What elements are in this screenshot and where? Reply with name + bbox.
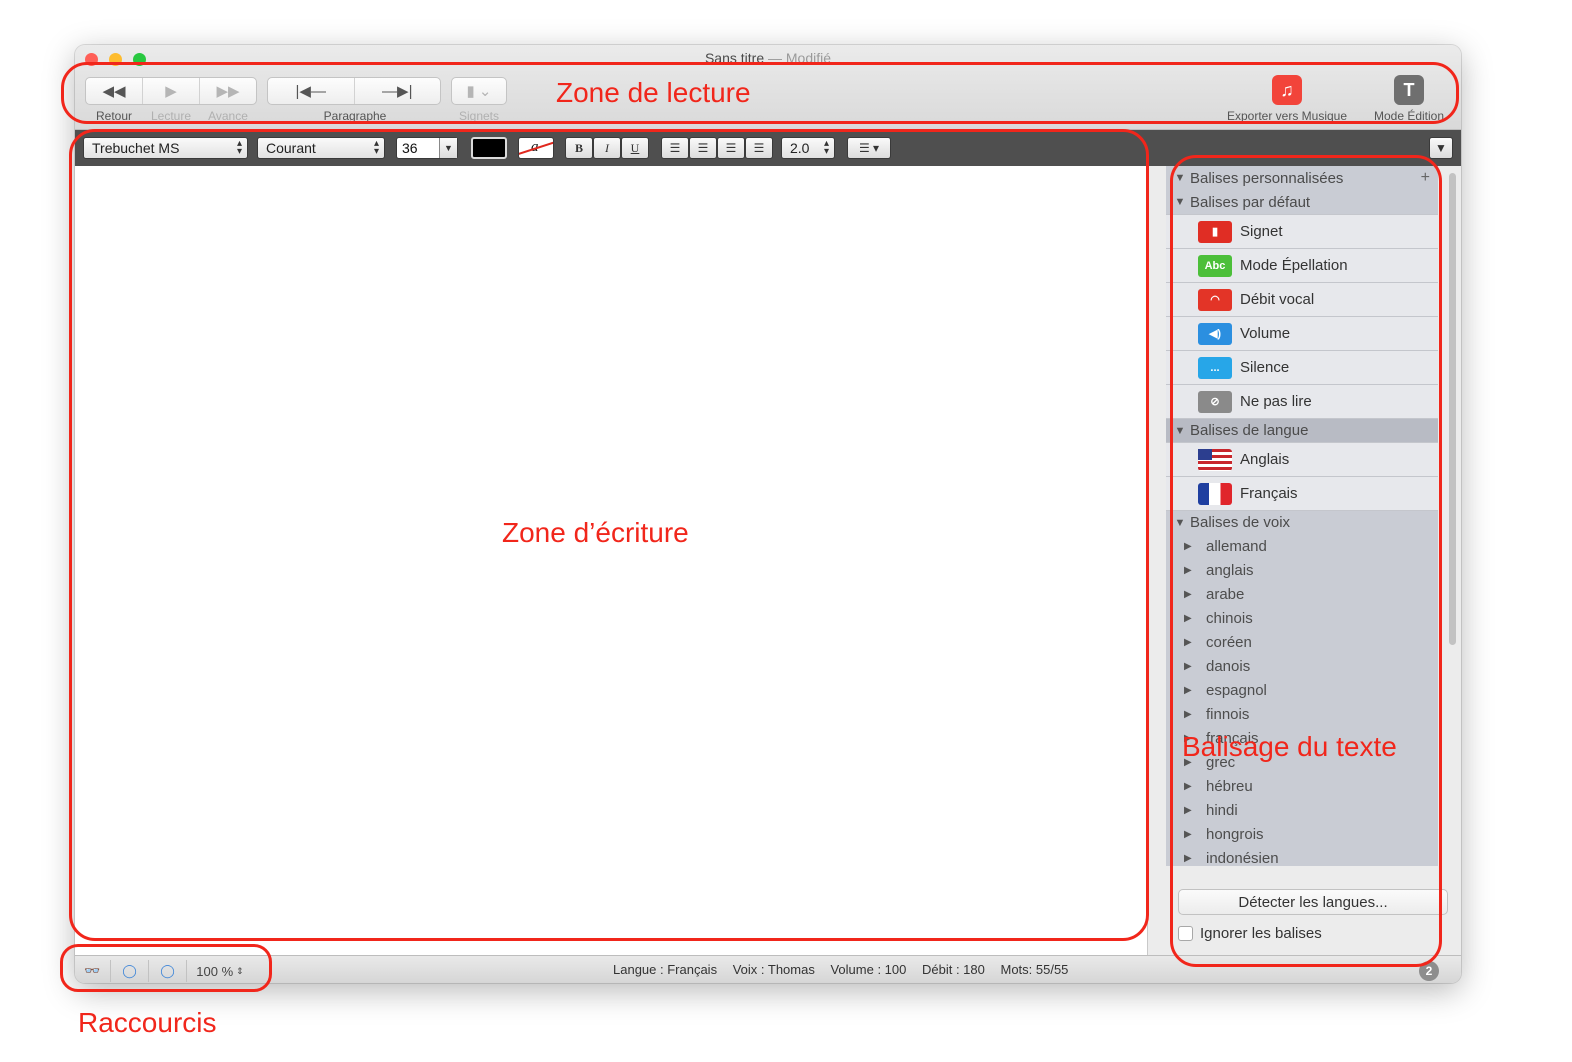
annotation-zone-raccourcis — [60, 944, 272, 992]
annotation-label-lecture: Zone de lecture — [556, 77, 751, 108]
reading-status: Langue : Français Voix : Thomas Volume :… — [613, 962, 1080, 977]
sidebar-toggle-button[interactable]: ▼ — [1429, 137, 1453, 159]
chevron-down-icon: ▼ — [1435, 141, 1447, 155]
annotation-zone-lecture — [61, 62, 1459, 124]
annotation-label-raccourcis: Raccourcis — [78, 1007, 217, 1038]
annotation-label-ecriture: Zone d’écriture — [502, 517, 689, 548]
status-mots: Mots: 55/55 — [1000, 962, 1069, 977]
status-voix: Voix : Thomas — [732, 962, 815, 977]
status-volume: Volume : 100 — [830, 962, 907, 977]
status-debit: Débit : 180 — [921, 962, 985, 977]
annotation-label-balisage: Balisage du texte — [1182, 731, 1397, 762]
status-langue: Langue : Français — [613, 962, 718, 977]
sidebar-scrollbar[interactable] — [1449, 173, 1456, 645]
annotation-zone-balisage — [1170, 155, 1442, 967]
